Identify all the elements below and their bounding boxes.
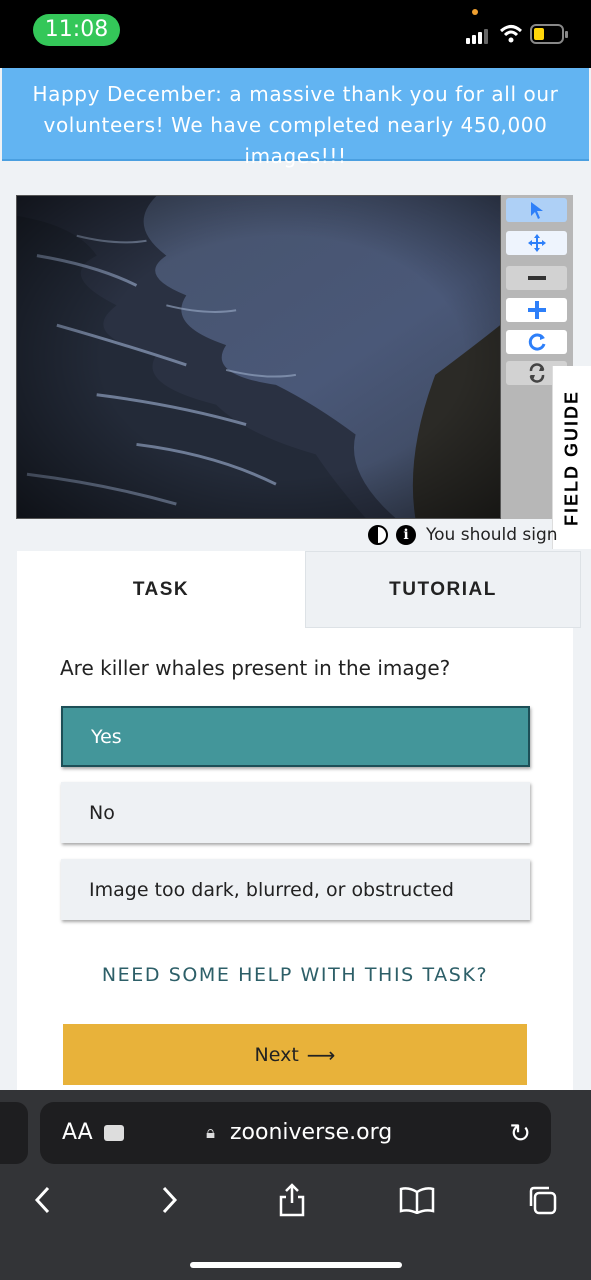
- wifi-icon: [500, 25, 522, 43]
- url-text[interactable]: zooniverse.org: [230, 1120, 392, 1145]
- sign-in-prompt[interactable]: You should sign: [426, 525, 558, 545]
- zoom-in-icon[interactable]: [506, 298, 567, 322]
- reload-icon[interactable]: ↻: [509, 1118, 531, 1149]
- lock-icon: 🔒︎: [206, 1123, 216, 1142]
- share-icon[interactable]: [272, 1180, 312, 1220]
- arrow-right-icon: ⟶: [306, 1042, 336, 1067]
- task-panel: TASK TUTORIAL Are killer whales present …: [17, 551, 581, 1091]
- field-guide-tab[interactable]: FIELD GUIDE: [552, 366, 591, 549]
- zoom-out-icon[interactable]: [506, 266, 567, 290]
- info-icon[interactable]: i: [396, 525, 416, 545]
- field-guide-label: FIELD GUIDE: [561, 389, 582, 526]
- answer-no[interactable]: No: [61, 782, 530, 843]
- task-question: Are killer whales present in the image?: [60, 656, 451, 680]
- privacy-indicator: [472, 9, 478, 15]
- text-size-label: AA: [62, 1120, 93, 1145]
- status-bar: 11:08: [0, 0, 591, 68]
- home-indicator: [190, 1262, 402, 1268]
- status-time: 11:08: [33, 14, 120, 46]
- next-button[interactable]: Next ⟶: [63, 1024, 527, 1085]
- browser-nav-row: [0, 1170, 591, 1230]
- answer-obstructed[interactable]: Image too dark, blurred, or obstructed: [61, 859, 530, 920]
- tab-task[interactable]: TASK: [17, 551, 305, 628]
- tabs-icon[interactable]: [522, 1180, 562, 1220]
- bookmarks-icon[interactable]: [397, 1180, 437, 1220]
- previous-tab-stub[interactable]: [0, 1102, 28, 1164]
- tab-tutorial[interactable]: TUTORIAL: [305, 551, 581, 628]
- answer-label: Yes: [91, 725, 122, 748]
- help-link[interactable]: NEED SOME HELP WITH THIS TASK?: [17, 964, 573, 986]
- address-bar[interactable]: AA 🔒︎ zooniverse.org ↻: [40, 1102, 551, 1164]
- subject-image[interactable]: [16, 195, 501, 519]
- back-icon[interactable]: [22, 1180, 62, 1220]
- signal-icon: [466, 28, 490, 44]
- answer-label: No: [89, 801, 115, 824]
- move-icon[interactable]: [506, 231, 567, 255]
- battery-icon: [530, 24, 568, 44]
- next-label: Next: [254, 1043, 299, 1066]
- answer-label: Image too dark, blurred, or obstructed: [89, 878, 454, 901]
- forward-icon[interactable]: [150, 1180, 190, 1220]
- pointer-icon[interactable]: [506, 198, 567, 222]
- announcement-banner: Happy December: a massive thank you for …: [2, 68, 589, 168]
- extension-icon[interactable]: [104, 1125, 124, 1141]
- text-size-button[interactable]: AA: [62, 1120, 93, 1145]
- subject-meta-bar: i You should sign: [368, 522, 558, 548]
- invert-colors-icon[interactable]: [368, 525, 388, 545]
- answer-yes[interactable]: Yes: [61, 706, 530, 767]
- rotate-icon[interactable]: [506, 330, 567, 354]
